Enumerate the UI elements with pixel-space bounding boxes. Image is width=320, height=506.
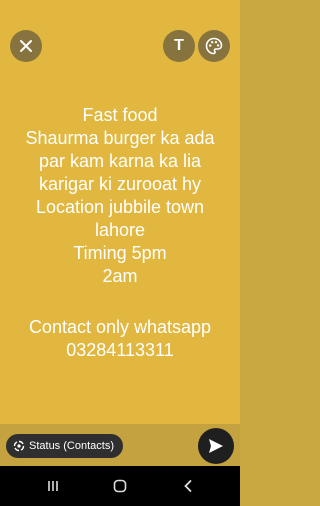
back-icon [184,480,192,492]
message-line: Fast food [82,105,158,125]
close-icon [20,40,32,52]
message-line: Shaurma burger ka ada [25,128,215,148]
recent-apps-button[interactable] [43,476,63,496]
status-ring-icon [13,440,25,452]
message-line: Location jubbile town [35,197,205,217]
home-button[interactable] [110,476,130,496]
text-tool-button[interactable]: T [163,30,195,62]
back-button[interactable] [178,476,198,496]
status-message-text: Fast food Shaurma burger ka ada par kam … [0,104,240,362]
message-line: lahore [94,220,146,240]
color-palette-button[interactable] [198,30,230,62]
palette-icon [205,37,223,55]
message-line: par kam karna ka lia [38,151,202,171]
audience-label: Status (Contacts) [29,440,114,452]
send-button[interactable] [198,428,234,464]
close-button[interactable] [10,30,42,62]
home-icon [113,479,127,493]
message-line: karigar ki zurooat hy [38,174,202,194]
text-tool-label: T [174,37,184,54]
message-line: 03284113311 [66,340,174,360]
recent-apps-icon [48,481,58,491]
message-line: Contact only whatsapp [28,317,212,337]
message-line: Timing 5pm [73,243,167,263]
compose-bottom-bar: Status (Contacts) [0,424,240,466]
message-line: 2am [102,266,138,286]
status-canvas[interactable]: T Fast food Shaurma burger ka ada par ka… [0,0,240,424]
system-navigation-bar [0,466,240,506]
status-audience-chip[interactable]: Status (Contacts) [6,434,123,458]
send-icon [209,439,223,453]
